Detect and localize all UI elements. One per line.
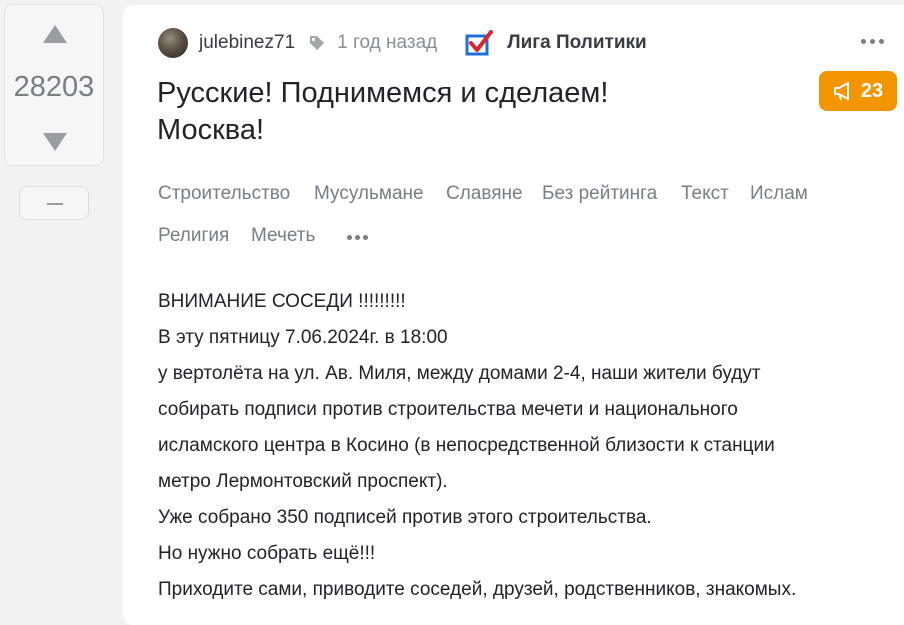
body-line: В эту пятницу 7.06.2024г. в 18:00 bbox=[158, 327, 448, 348]
downvote-button[interactable] bbox=[43, 133, 67, 151]
title-line: Москва! bbox=[157, 114, 265, 146]
tag-muslims[interactable]: Мусульмане bbox=[314, 183, 424, 205]
community-link[interactable]: Лига Политики bbox=[507, 32, 647, 54]
body-line: Приходите сами, приводите соседей, друзе… bbox=[158, 579, 797, 600]
tag-mosque[interactable]: Мечеть bbox=[251, 225, 315, 247]
post-time: 1 год назад bbox=[337, 32, 438, 53]
dot bbox=[870, 39, 875, 44]
post-menu-button[interactable] bbox=[861, 39, 884, 44]
post-body: ВНИМАНИЕ СОСЕДИ !!!!!!!!! В эту пятницу … bbox=[158, 284, 898, 608]
body-line: у вертолёта на ул. Ав. Миля, между домам… bbox=[158, 363, 761, 384]
avatar[interactable] bbox=[158, 28, 188, 58]
community-ballot-icon[interactable] bbox=[465, 30, 494, 56]
tag-islam[interactable]: Ислам bbox=[750, 183, 808, 205]
body-line: Уже собрано 350 подписей против этого ст… bbox=[158, 507, 652, 528]
title-line: Русские! Поднимемся и сделаем! bbox=[157, 77, 609, 109]
comments-count: 23 bbox=[860, 79, 884, 102]
vote-panel: 28203 bbox=[4, 4, 104, 166]
minus-icon bbox=[47, 203, 63, 205]
arrow-down-icon bbox=[43, 133, 67, 151]
tag-construction[interactable]: Строительство bbox=[158, 183, 290, 205]
more-tags-button[interactable] bbox=[347, 235, 368, 240]
comments-badge[interactable]: 23 bbox=[819, 71, 897, 111]
post-title[interactable]: Русские! Поднимемся и сделаем! Москва! bbox=[157, 75, 717, 149]
body-line: исламского центра в Косино (в непосредст… bbox=[158, 435, 775, 456]
dot bbox=[879, 39, 884, 44]
post-header: julebinez71 1 год назад Лига Политики bbox=[158, 28, 647, 58]
tag-no-rating[interactable]: Без рейтинга bbox=[542, 183, 657, 205]
dot bbox=[363, 235, 368, 240]
dot bbox=[347, 235, 352, 240]
dot bbox=[355, 235, 360, 240]
tag-icon bbox=[309, 35, 325, 51]
dot bbox=[861, 39, 866, 44]
rating-count: 28203 bbox=[13, 71, 95, 103]
collapse-button[interactable] bbox=[19, 186, 89, 220]
body-line: собирать подписи против строительства ме… bbox=[158, 399, 738, 420]
tag-slavs[interactable]: Славяне bbox=[446, 183, 523, 205]
upvote-button[interactable] bbox=[43, 25, 67, 43]
arrow-up-icon bbox=[43, 25, 67, 43]
body-line: ВНИМАНИЕ СОСЕДИ !!!!!!!!! bbox=[158, 291, 406, 312]
tag-text[interactable]: Текст bbox=[681, 183, 729, 205]
post-card: julebinez71 1 год назад Лига Политики Ру… bbox=[123, 5, 904, 625]
author-link[interactable]: julebinez71 bbox=[199, 32, 295, 54]
tag-religion[interactable]: Религия bbox=[158, 225, 229, 247]
body-line: Но нужно собрать ещё!!! bbox=[158, 543, 376, 564]
megaphone-icon bbox=[833, 82, 849, 100]
body-line: метро Лермонтовский проспект). bbox=[158, 471, 448, 492]
